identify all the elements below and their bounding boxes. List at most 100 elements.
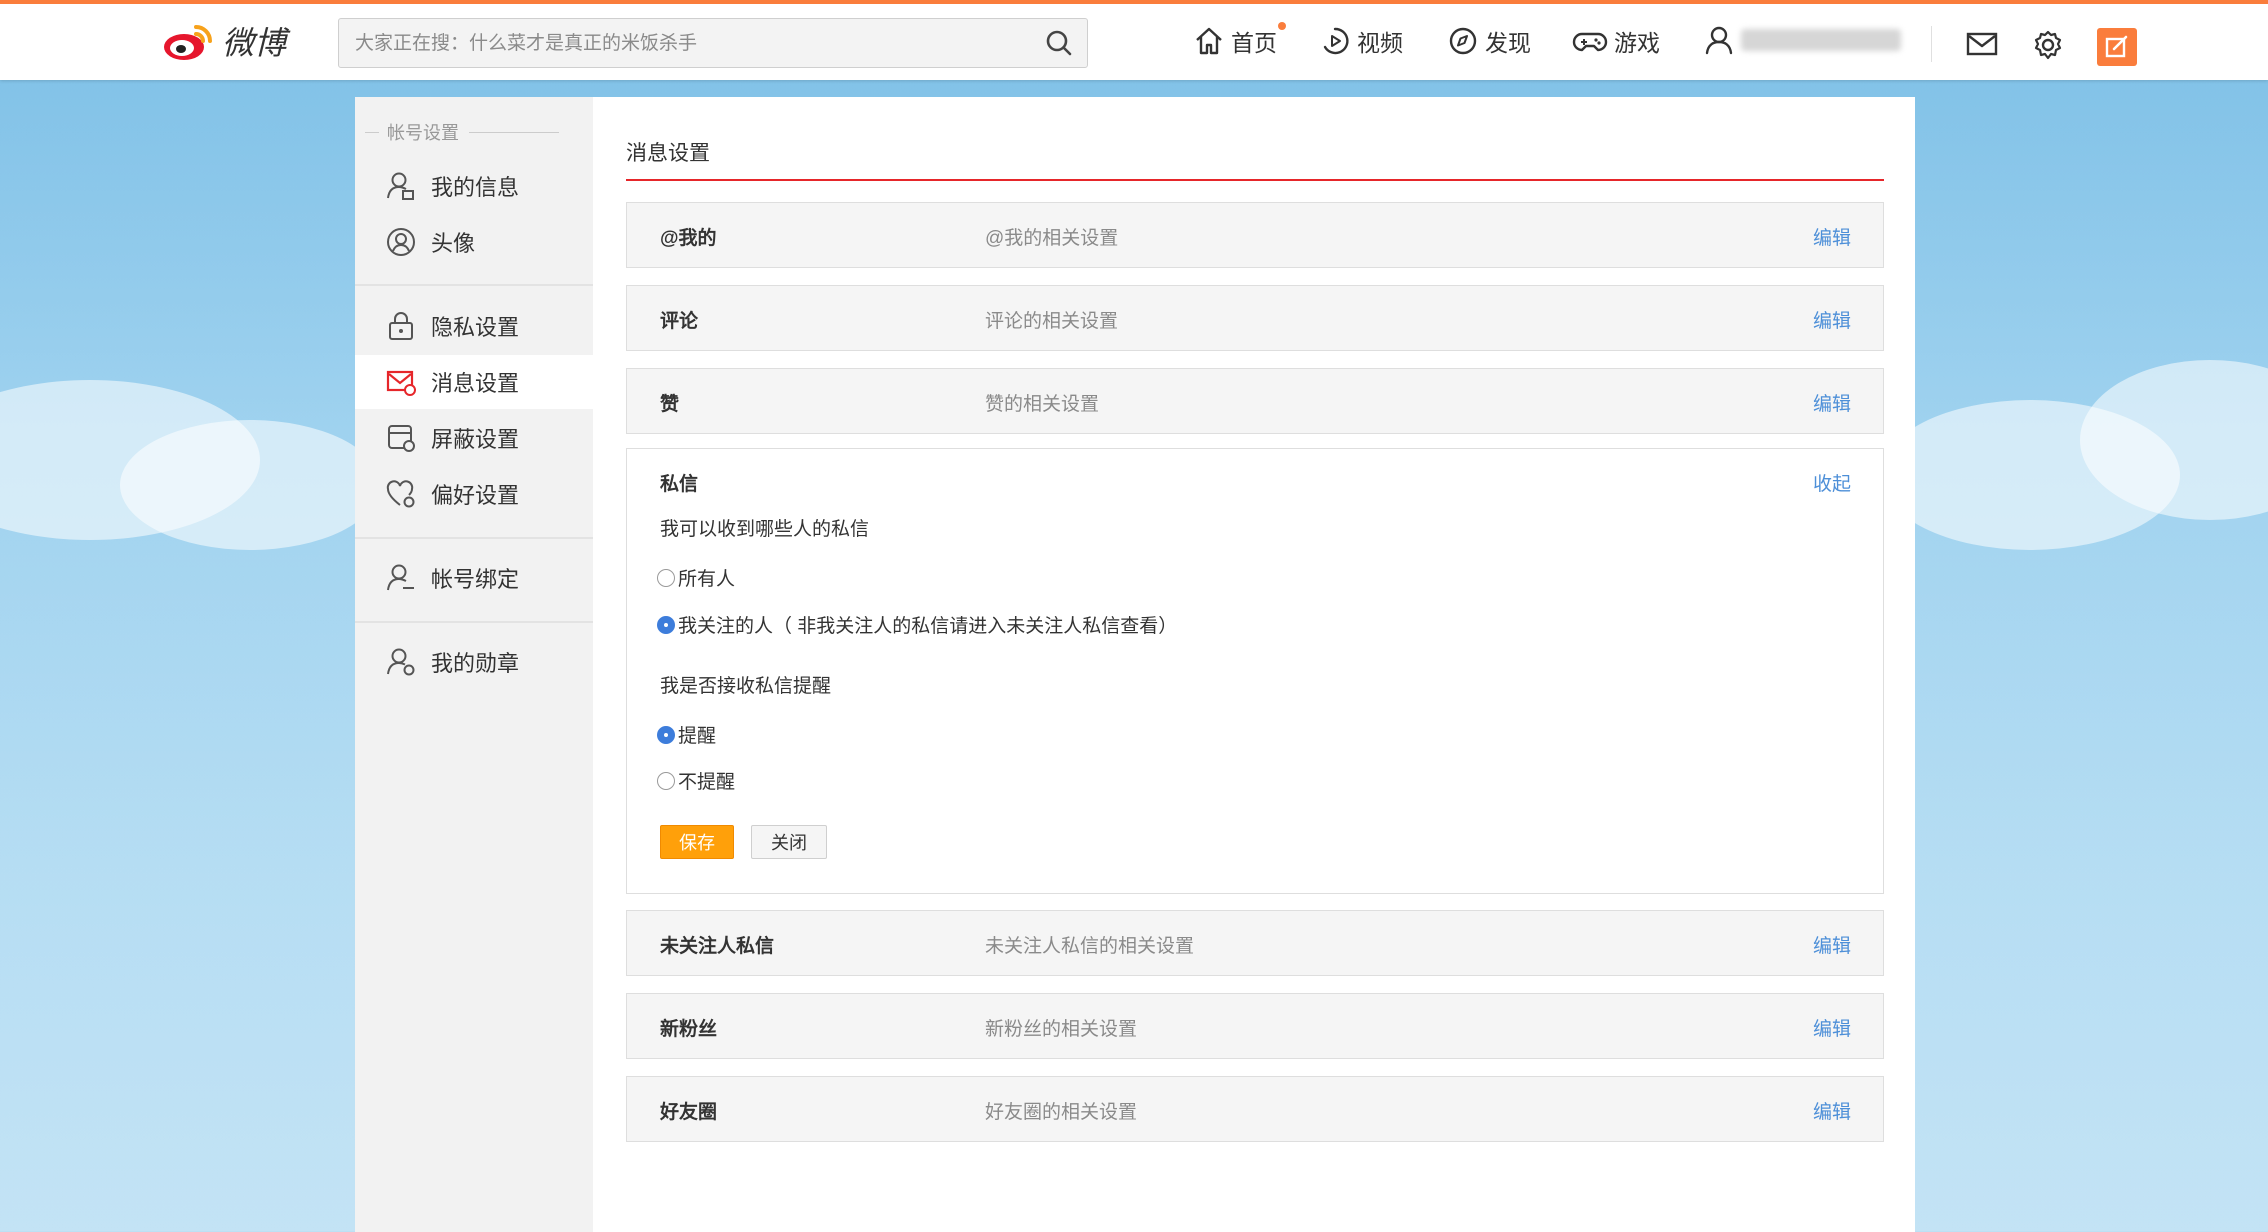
edit-link[interactable]: 编辑 (1813, 1097, 1851, 1124)
option-no-notify[interactable]: 不提醒 (657, 767, 735, 794)
video-play-icon (1323, 27, 1349, 55)
sidebar-item-message-settings[interactable]: 消息设置 (355, 355, 593, 409)
sidebar-item-label: 头像 (431, 231, 476, 256)
sidebar-divider (355, 537, 593, 539)
settings-row-friend-circle: 好友圈 好友圈的相关设置 编辑 (626, 1076, 1884, 1142)
avatar-icon (387, 228, 415, 256)
nav-divider (1931, 26, 1932, 62)
option-following[interactable]: 我关注的人（ 非我关注人的私信请进入未关注人私信查看） (657, 611, 1177, 638)
heart-gear-icon (386, 480, 415, 508)
close-button[interactable]: 关闭 (751, 825, 827, 859)
option-label: 所有人 (678, 569, 736, 590)
sidebar-item-medals[interactable]: 我的勋章 (355, 635, 593, 689)
sidebar-item-block[interactable]: 屏蔽设置 (355, 411, 593, 465)
nav-video-label: 视频 (1357, 30, 1403, 56)
sidebar-item-label: 隐私设置 (431, 315, 520, 340)
row-description: 未关注人私信的相关设置 (985, 936, 1195, 957)
settings-row-new-followers: 新粉丝 新粉丝的相关设置 编辑 (626, 993, 1884, 1059)
lock-icon (389, 312, 413, 340)
notification-dot (1278, 22, 1286, 30)
search-icon[interactable] (1045, 29, 1073, 57)
collapse-link[interactable]: 收起 (1813, 469, 1851, 496)
user-icon (1705, 26, 1733, 55)
top-navigation-bar: 微博 首页 视频 发现 (0, 0, 2268, 80)
radio-button-selected[interactable] (657, 725, 675, 744)
question-notify: 我是否接收私信提醒 (660, 676, 832, 697)
compose-button[interactable] (2097, 28, 2137, 66)
sidebar-item-label: 偏好设置 (431, 483, 520, 508)
sidebar-item-label: 我的勋章 (431, 651, 520, 676)
gamepad-icon (1572, 32, 1608, 52)
message-settings-panel: 消息设置 @我的 @我的相关设置 编辑 评论 评论的相关设置 编辑 赞 赞的相关… (593, 97, 1915, 1232)
settings-row-comments: 评论 评论的相关设置 编辑 (626, 285, 1884, 351)
sidebar-divider (355, 621, 593, 623)
home-icon (1196, 27, 1222, 55)
row-description: @我的相关设置 (985, 228, 1119, 249)
sidebar-item-account-binding[interactable]: 帐号绑定 (355, 551, 593, 605)
logo-text: 微博 (222, 24, 287, 62)
row-name: 好友圈 (660, 1102, 718, 1123)
sidebar-heading: 帐号设置 (385, 119, 559, 145)
message-icon (386, 370, 416, 396)
save-button[interactable]: 保存 (660, 825, 734, 859)
edit-link[interactable]: 编辑 (1813, 389, 1851, 416)
sidebar-item-label: 帐号绑定 (431, 567, 520, 592)
username-blurred (1741, 29, 1901, 51)
nav-game[interactable]: 游戏 (1572, 24, 1660, 58)
question-who-can-message: 我可以收到哪些人的私信 (660, 519, 870, 540)
row-name: 赞 (660, 394, 680, 415)
edit-link[interactable]: 编辑 (1813, 223, 1851, 250)
nav-discover-label: 发现 (1485, 30, 1531, 56)
edit-link[interactable]: 编辑 (1813, 931, 1851, 958)
sidebar-item-preferences[interactable]: 偏好设置 (355, 467, 593, 521)
user-info-icon (387, 172, 414, 200)
row-description: 赞的相关设置 (985, 394, 1100, 415)
radio-button-selected[interactable] (657, 615, 675, 634)
compose-icon (2105, 35, 2128, 58)
radio-button[interactable] (657, 568, 675, 587)
nav-game-label: 游戏 (1614, 30, 1660, 56)
settings-row-unfollowed-dm: 未关注人私信 未关注人私信的相关设置 编辑 (626, 910, 1884, 976)
radio-button[interactable] (657, 771, 675, 790)
option-notify[interactable]: 提醒 (657, 721, 716, 748)
sidebar-divider (355, 284, 593, 286)
row-name: 新粉丝 (660, 1019, 718, 1040)
row-name: @我的 (660, 228, 717, 249)
nav-discover[interactable]: 发现 (1447, 24, 1531, 58)
option-label: 提醒 (678, 726, 717, 747)
sidebar-item-label: 屏蔽设置 (431, 427, 520, 452)
option-label: 我关注的人（ 非我关注人的私信请进入未关注人私信查看） (678, 616, 1178, 637)
edit-link[interactable]: 编辑 (1813, 1014, 1851, 1041)
private-message-settings: 私信 收起 我可以收到哪些人的私信 所有人 我关注的人（ 非我关注人的私信请进入… (626, 448, 1884, 894)
nav-home[interactable]: 首页 (1193, 22, 1286, 58)
settings-row-likes: 赞 赞的相关设置 编辑 (626, 368, 1884, 434)
weibo-logo[interactable]: 微博 (160, 18, 286, 64)
row-name: 未关注人私信 (660, 936, 775, 957)
shield-icon (388, 425, 415, 452)
option-label: 不提醒 (678, 772, 736, 793)
search-box (338, 18, 1088, 69)
settings-sidebar: 帐号设置 我的信息 头像 隐私设置 消息设置 屏蔽设置 偏好设置 帐号绑定 我的… (355, 97, 593, 1232)
gear-icon[interactable] (2032, 29, 2064, 61)
option-everyone[interactable]: 所有人 (657, 564, 735, 591)
settings-row-mentions: @我的 @我的相关设置 编辑 (626, 202, 1884, 268)
mail-icon[interactable] (1966, 31, 1998, 57)
row-description: 新粉丝的相关设置 (985, 1019, 1138, 1040)
sidebar-item-privacy[interactable]: 隐私设置 (355, 299, 593, 353)
user-bind-icon (387, 564, 414, 591)
search-input[interactable] (339, 19, 1007, 69)
title-underline (626, 179, 1884, 181)
background-cloud (120, 420, 380, 550)
sidebar-item-label: 我的信息 (431, 175, 520, 200)
medal-icon (387, 648, 415, 676)
nav-home-label: 首页 (1231, 30, 1277, 56)
edit-link[interactable]: 编辑 (1813, 306, 1851, 333)
compass-icon (1449, 27, 1477, 55)
row-description: 好友圈的相关设置 (985, 1102, 1138, 1123)
sidebar-item-avatar[interactable]: 头像 (355, 215, 593, 269)
weibo-logo-icon (164, 25, 212, 60)
nav-profile[interactable] (1703, 24, 1901, 56)
page-title: 消息设置 (626, 142, 710, 165)
nav-video[interactable]: 视频 (1319, 24, 1403, 58)
sidebar-item-my-info[interactable]: 我的信息 (355, 159, 593, 213)
